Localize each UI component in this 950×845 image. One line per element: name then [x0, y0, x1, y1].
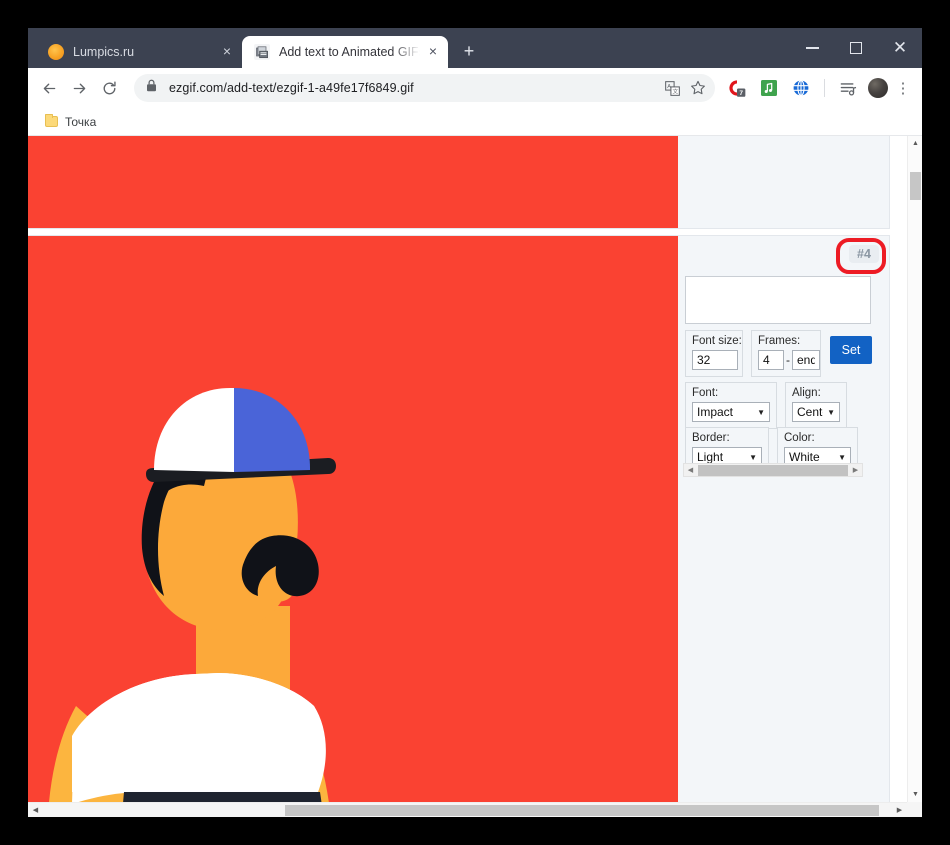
gif-frame-controls-4: #4 Font size: Frames: — [678, 236, 889, 802]
window-minimize-button[interactable] — [790, 28, 834, 68]
window-maximize-button[interactable] — [834, 28, 878, 68]
avatar[interactable] — [868, 78, 888, 98]
reload-button[interactable] — [94, 73, 124, 103]
horizontal-scrollbar[interactable]: ◀ ▶ — [28, 802, 907, 817]
forward-arrow-icon — [71, 80, 88, 97]
color-select-value: White — [789, 450, 834, 464]
translate-icon[interactable]: A 文 — [659, 75, 685, 101]
page-scroll-area: #4 Font size: Frames: — [28, 136, 907, 802]
navigation-toolbar: ezgif.com/add-text/ezgif-1-a49fe17f6849.… — [28, 68, 922, 108]
gif-frame-row — [28, 136, 890, 229]
minimize-icon — [806, 47, 819, 49]
frames-label: Frames: — [758, 335, 814, 347]
new-tab-button[interactable]: + — [456, 39, 482, 65]
font-size-fieldset: Font size: — [685, 330, 743, 377]
horizontal-scrollbar-track[interactable] — [43, 803, 892, 818]
frames-range-dash: - — [786, 353, 790, 367]
browser-window: Lumpics.ru × Add text to Animated GIFs -… — [28, 28, 922, 817]
window-controls: ✕ — [790, 28, 922, 68]
panel-horizontal-scrollbar[interactable]: ◀ ▶ — [683, 463, 863, 477]
tab-lumpics[interactable]: Lumpics.ru × — [36, 36, 242, 68]
scroll-right-icon[interactable]: ▶ — [892, 803, 907, 818]
page-content: #4 Font size: Frames: — [28, 136, 890, 802]
font-size-input[interactable] — [692, 350, 738, 370]
scroll-down-icon[interactable]: ▼ — [908, 787, 922, 802]
chevron-down-icon: ▼ — [838, 453, 846, 462]
font-size-label: Font size: — [692, 335, 736, 347]
chevron-down-icon: ▼ — [749, 453, 757, 462]
vertical-scrollbar-thumb[interactable] — [910, 172, 921, 200]
folder-icon — [45, 116, 58, 127]
svg-text:文: 文 — [672, 87, 678, 95]
browser-menu-button[interactable]: ⋮ — [892, 81, 914, 96]
frames-fieldset: Frames: - — [751, 330, 821, 377]
address-bar[interactable]: ezgif.com/add-text/ezgif-1-a49fe17f6849.… — [134, 74, 715, 102]
back-button[interactable] — [34, 73, 64, 103]
tab-ezgif[interactable]: Add text to Animated GIFs - gif-m × — [242, 36, 448, 68]
scroll-left-icon[interactable]: ◀ — [684, 464, 697, 476]
frame-number-badge: #4 — [849, 245, 879, 263]
vertical-scrollbar[interactable]: ▲ ▼ — [907, 136, 922, 802]
align-fieldset: Align: Center ▼ — [785, 382, 847, 429]
tab-title: Add text to Animated GIFs - gif-m — [279, 45, 420, 59]
globe-extension-icon[interactable] — [788, 75, 814, 101]
align-select-value: Center — [797, 405, 823, 419]
align-select[interactable]: Center ▼ — [792, 402, 840, 422]
bookmark-item-tochka[interactable]: Точка — [38, 112, 103, 132]
url-text[interactable]: ezgif.com/add-text/ezgif-1-a49fe17f6849.… — [169, 81, 659, 95]
tab-close-icon[interactable]: × — [218, 43, 236, 61]
gif-frame-image-4[interactable] — [28, 236, 678, 802]
panel-scrollbar-thumb[interactable] — [698, 465, 848, 476]
font-select-value: Impact — [697, 405, 753, 419]
set-button[interactable]: Set — [830, 336, 872, 364]
gif-frame-row-active: #4 Font size: Frames: — [28, 235, 890, 802]
scrollbar-corner — [907, 802, 922, 817]
color-label: Color: — [784, 432, 851, 444]
caption-text-input[interactable] — [685, 276, 871, 324]
lumpics-favicon-icon — [48, 44, 64, 60]
horizontal-scrollbar-thumb[interactable] — [285, 805, 879, 816]
back-arrow-icon — [41, 80, 58, 97]
maximize-icon — [850, 42, 862, 54]
bookmark-star-icon[interactable] — [685, 75, 711, 101]
font-fieldset: Font: Impact ▼ — [685, 382, 777, 429]
frames-from-input[interactable] — [758, 350, 784, 370]
chevron-down-icon: ▼ — [827, 408, 835, 417]
bookmark-label: Точка — [65, 115, 96, 129]
scroll-up-icon[interactable]: ▲ — [908, 136, 922, 151]
tab-title: Lumpics.ru — [73, 45, 214, 59]
close-icon: ✕ — [893, 40, 907, 57]
font-select[interactable]: Impact ▼ — [692, 402, 770, 422]
opera-extension-icon[interactable]: 7 — [724, 75, 750, 101]
bookmarks-bar: Точка — [28, 108, 922, 136]
gif-frame-image[interactable] — [28, 136, 678, 228]
frames-row: - — [758, 350, 814, 370]
align-label: Align: — [792, 387, 840, 399]
toolbar-divider — [824, 79, 825, 97]
reload-icon — [101, 80, 118, 97]
reading-list-icon[interactable] — [835, 75, 861, 101]
ezgif-favicon-icon — [254, 44, 270, 60]
forward-button[interactable] — [64, 73, 94, 103]
tab-close-icon[interactable]: × — [424, 43, 442, 61]
page-viewport: #4 Font size: Frames: — [28, 136, 922, 817]
opera-extension-badge: 7 — [739, 90, 743, 97]
scroll-left-icon[interactable]: ◀ — [28, 803, 43, 818]
chevron-down-icon: ▼ — [757, 408, 765, 417]
music-extension-icon[interactable] — [756, 75, 782, 101]
frames-to-input[interactable] — [792, 350, 820, 370]
gif-frame-controls — [678, 136, 889, 228]
window-close-button[interactable]: ✕ — [878, 28, 922, 68]
character-illustration — [28, 236, 678, 802]
border-select-value: Light — [697, 450, 745, 464]
border-label: Border: — [692, 432, 762, 444]
lock-icon — [146, 79, 159, 97]
font-label: Font: — [692, 387, 770, 399]
scroll-right-icon[interactable]: ▶ — [849, 464, 862, 476]
tab-strip: Lumpics.ru × Add text to Animated GIFs -… — [28, 28, 922, 68]
